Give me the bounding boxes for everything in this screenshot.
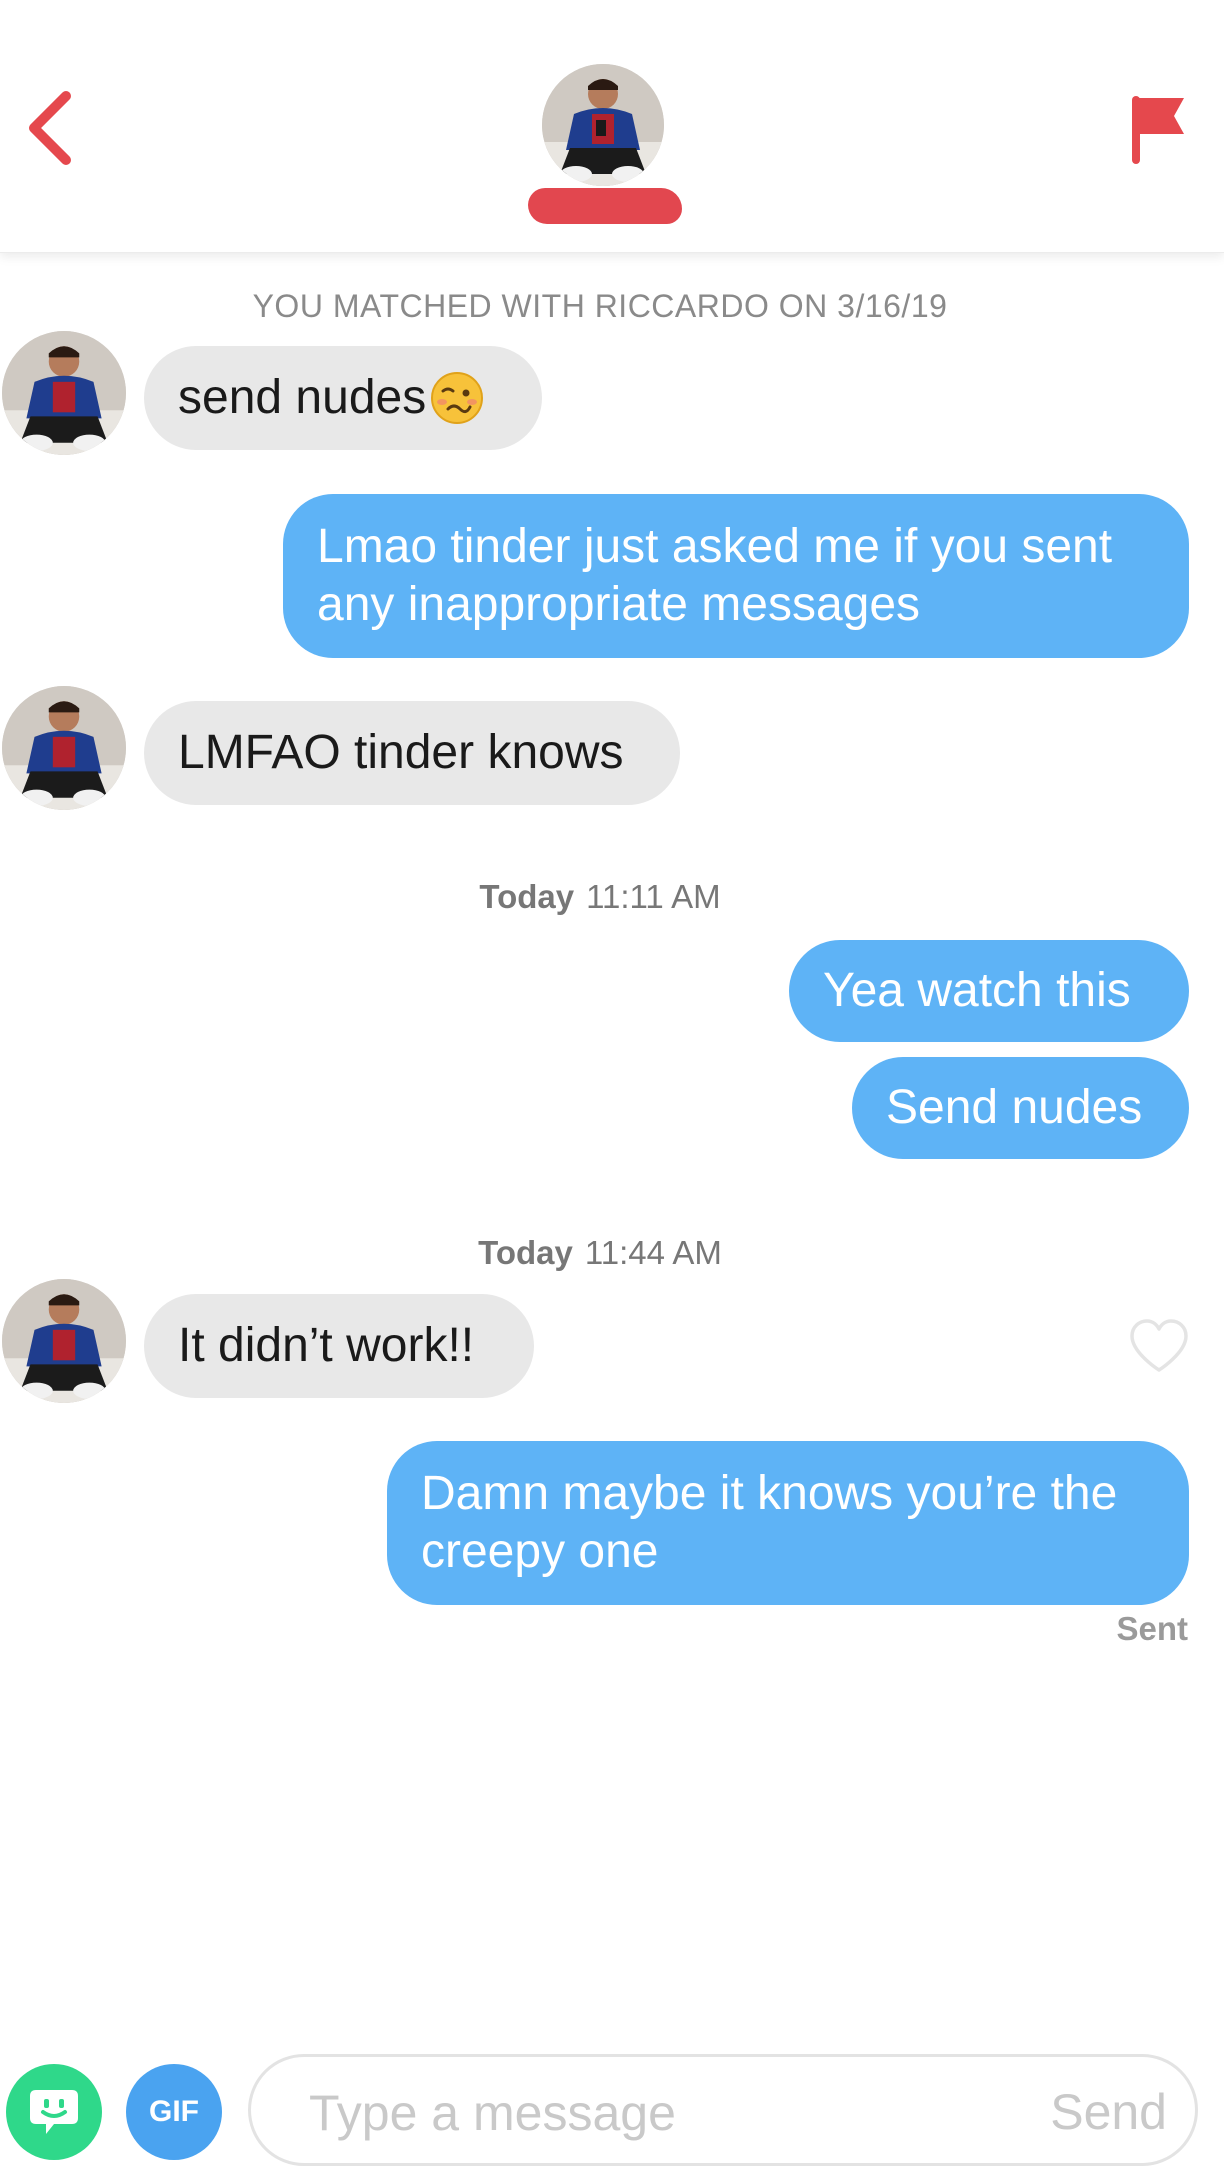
like-message-button[interactable] <box>1128 1318 1190 1374</box>
timestamp-day: Today <box>478 1234 573 1271</box>
message-text: Lmao tinder just asked me if you sent an… <box>317 520 1113 631</box>
outgoing-message[interactable]: Lmao tinder just asked me if you sent an… <box>283 494 1189 658</box>
message-input-field: Send <box>248 2054 1198 2166</box>
chat-header <box>0 0 1224 253</box>
sent-status: Sent <box>1116 1610 1188 1647</box>
redacted-name <box>528 188 682 224</box>
incoming-message[interactable]: send nudes <box>144 346 542 450</box>
timestamp-divider: Today 11:11 AM <box>0 878 1200 916</box>
sticker-button[interactable] <box>6 2064 102 2160</box>
message-text: Yea watch this <box>823 964 1131 1017</box>
sender-avatar[interactable] <box>2 331 126 455</box>
flag-icon <box>1132 96 1184 164</box>
timestamp-time: 11:44 AM <box>584 1234 722 1271</box>
chevron-left-icon <box>29 91 71 165</box>
timestamp-day: Today <box>479 878 575 915</box>
heart-icon <box>1130 1319 1188 1372</box>
match-date-banner: YOU MATCHED WITH RICCARDO ON 3/16/19 <box>252 288 948 324</box>
sender-avatar[interactable] <box>2 686 126 810</box>
match-avatar[interactable] <box>542 64 664 186</box>
message-text: Send nudes <box>886 1081 1143 1134</box>
incoming-message[interactable]: It didn’t work!! <box>144 1294 534 1398</box>
outgoing-message[interactable]: Yea watch this <box>789 940 1189 1042</box>
outgoing-message[interactable]: Send nudes <box>852 1057 1189 1159</box>
gif-button[interactable]: GIF <box>126 2064 222 2160</box>
sticker-icon <box>30 2090 78 2134</box>
timestamp-divider: Today 11:44 AM <box>0 1234 1200 1272</box>
report-button[interactable] <box>1128 92 1188 168</box>
message-text: It didn’t work!! <box>178 1319 475 1372</box>
sender-avatar[interactable] <box>2 1279 126 1403</box>
outgoing-message[interactable]: Damn maybe it knows you’re the creepy on… <box>387 1441 1189 1605</box>
timestamp-time: 11:11 AM <box>586 878 721 915</box>
message-text: Damn maybe it knows you’re the creepy on… <box>421 1467 1118 1578</box>
send-button[interactable]: Send <box>1050 2083 1167 2141</box>
message-input[interactable] <box>307 2077 951 2149</box>
incoming-message[interactable]: LMFAO tinder knows <box>144 701 680 805</box>
back-button[interactable] <box>22 88 78 168</box>
woozy-face-icon <box>431 372 484 424</box>
message-text: send nudes <box>178 371 427 424</box>
message-text: LMFAO tinder knows <box>178 726 624 779</box>
